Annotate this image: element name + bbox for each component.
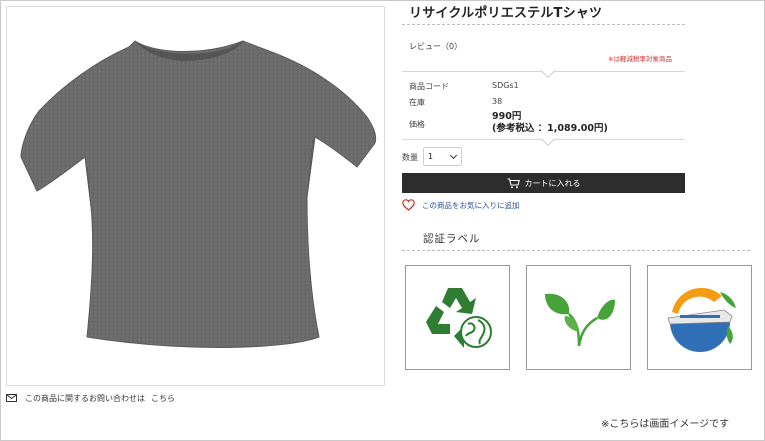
spec-value-stock: 38: [492, 97, 503, 106]
tshirt-image: [20, 40, 377, 349]
recycle-globe-icon: [425, 287, 492, 348]
inquiry-link[interactable]: こちら: [151, 393, 175, 404]
title-divider: [402, 24, 685, 25]
quantity-value: 1: [428, 152, 434, 161]
product-title: リサイクルポリエステルTシャツ: [409, 6, 603, 21]
certification-title: 認証ラベル: [423, 233, 481, 245]
quantity-label: 数量: [402, 153, 418, 162]
cert-label-eco[interactable]: [647, 265, 752, 370]
spec-value-code: SDGs1: [492, 81, 519, 90]
leaves-icon: [544, 293, 615, 346]
inquiry-line: この商品に関するお問い合わせは こちら: [6, 391, 175, 405]
inquiry-text: この商品に関するお問い合わせは: [25, 393, 145, 403]
eco-train-icon: [666, 287, 736, 352]
product-image[interactable]: [6, 6, 385, 386]
spec-label-stock: 在庫: [409, 98, 425, 107]
certification-divider: [402, 250, 750, 251]
review-link[interactable]: レビュー（0）: [409, 41, 462, 52]
cert-label-recycle[interactable]: [405, 265, 510, 370]
favorite-link-label: この商品をお気に入りに追加: [422, 200, 520, 210]
tax-note: ※は軽減税率対象商品: [608, 55, 672, 63]
favorite-link[interactable]: この商品をお気に入りに追加: [402, 199, 520, 211]
price-label: 価格: [409, 120, 425, 129]
add-to-cart-label: カートに入れる: [524, 178, 581, 188]
heart-icon: [402, 199, 415, 211]
price-block: 990円 (参考税込 ：1,089.00円): [492, 111, 608, 135]
price-value: 990円: [492, 111, 522, 122]
add-to-cart-button[interactable]: カートに入れる: [402, 173, 685, 193]
cert-label-leaves[interactable]: [526, 265, 631, 370]
cart-icon: [507, 177, 520, 188]
spec-label-code: 商品コード: [409, 82, 449, 91]
quantity-select[interactable]: 1: [423, 147, 462, 166]
image-caption: ※こちらは画面イメージです: [601, 419, 730, 430]
mail-icon: [6, 394, 17, 402]
chevron-down-icon: [449, 151, 458, 160]
